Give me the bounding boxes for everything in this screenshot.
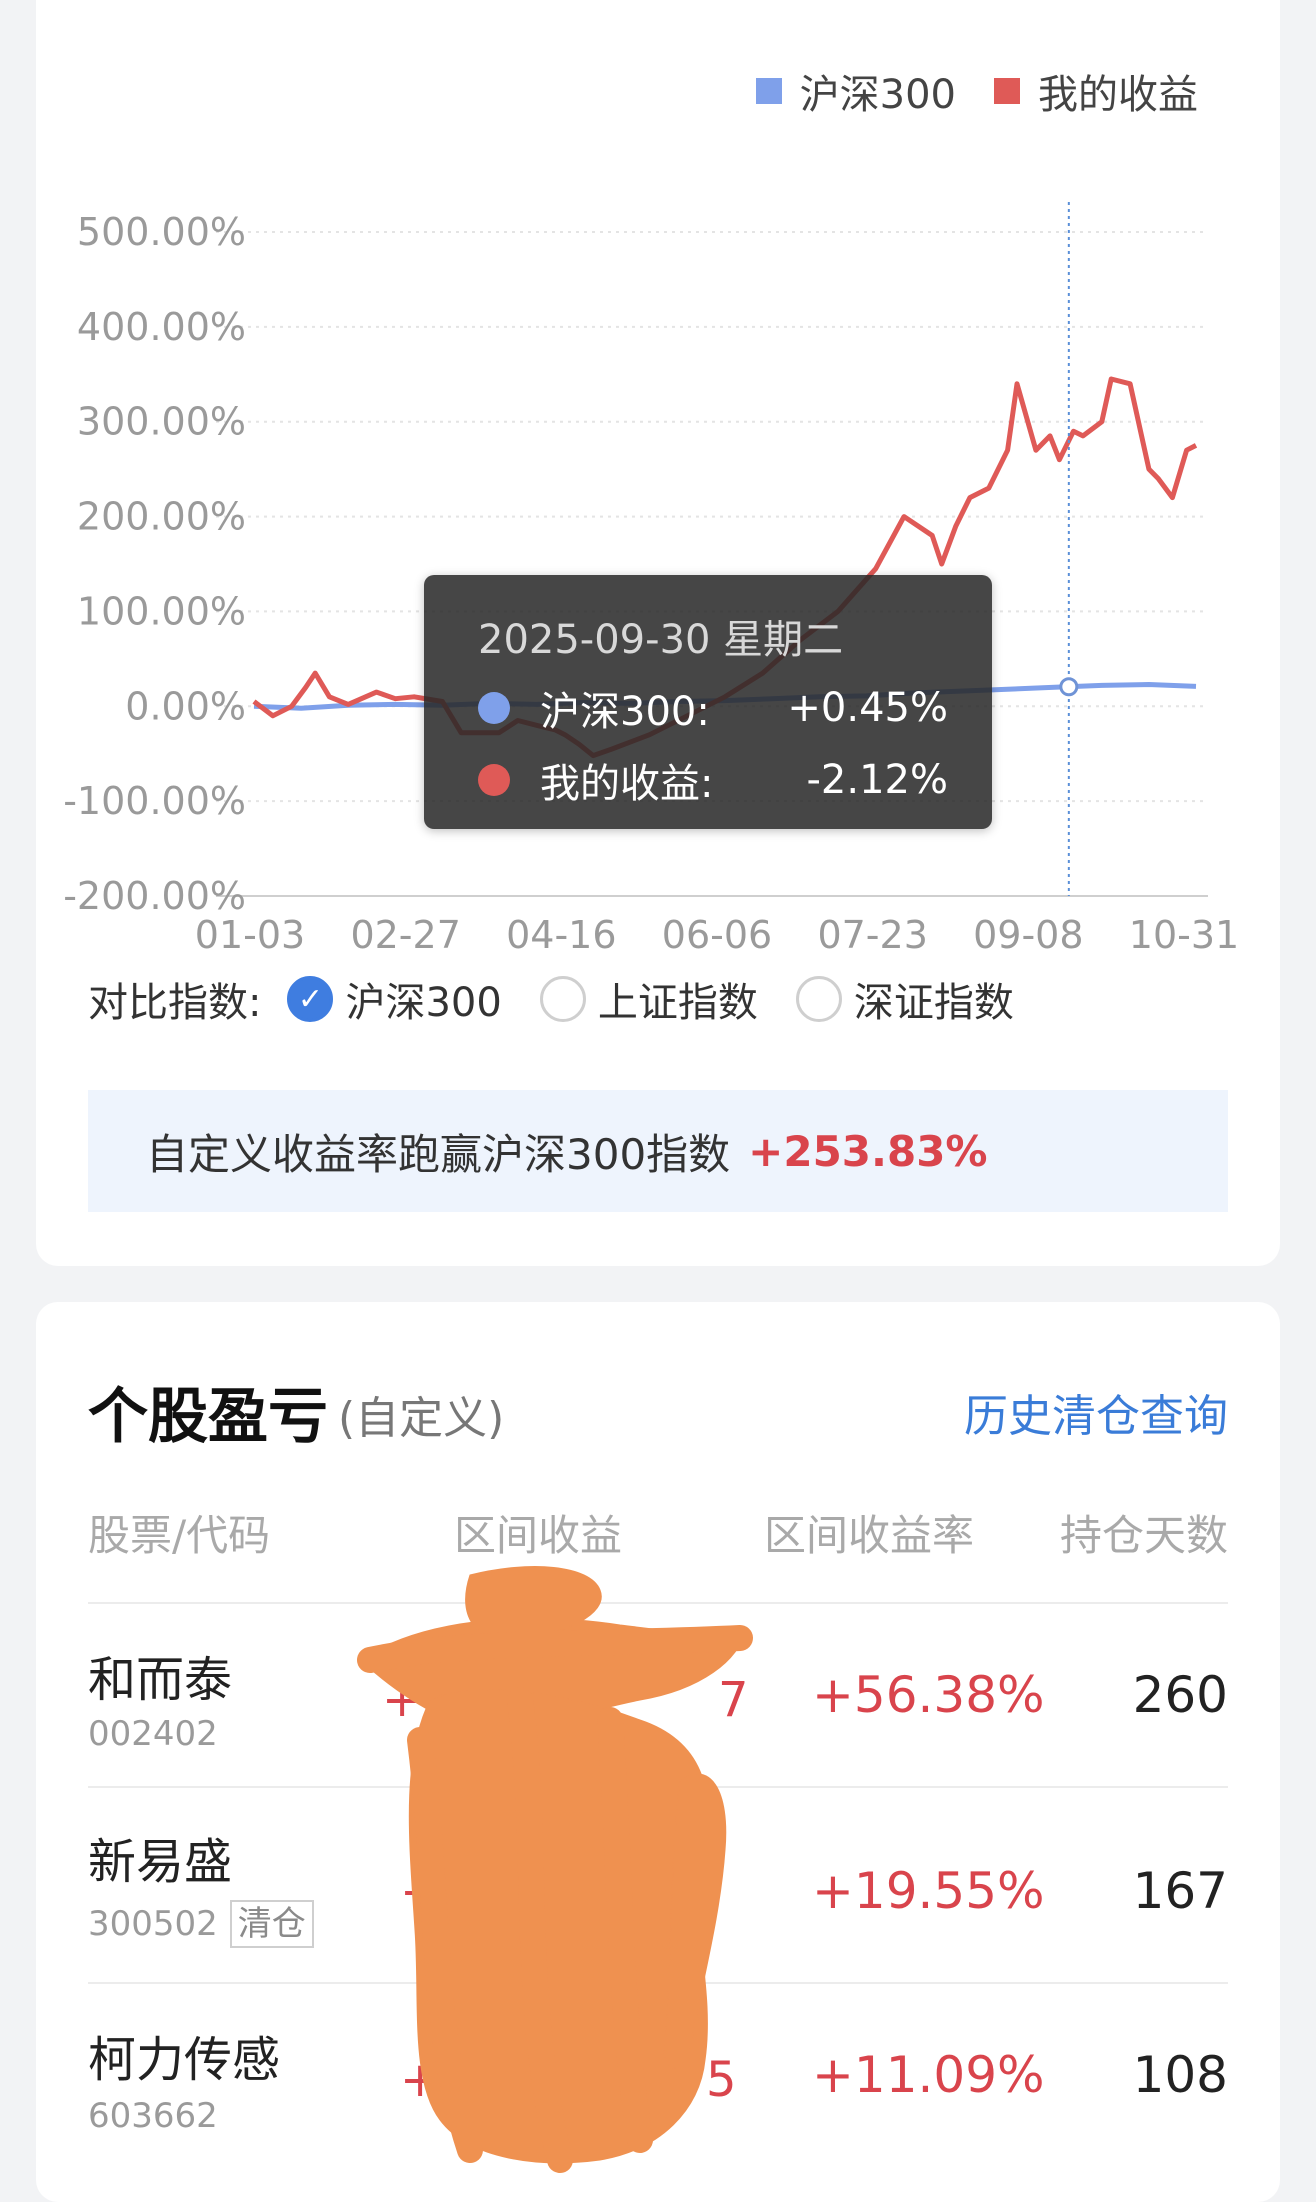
redaction-scribble: [357, 1566, 753, 2173]
